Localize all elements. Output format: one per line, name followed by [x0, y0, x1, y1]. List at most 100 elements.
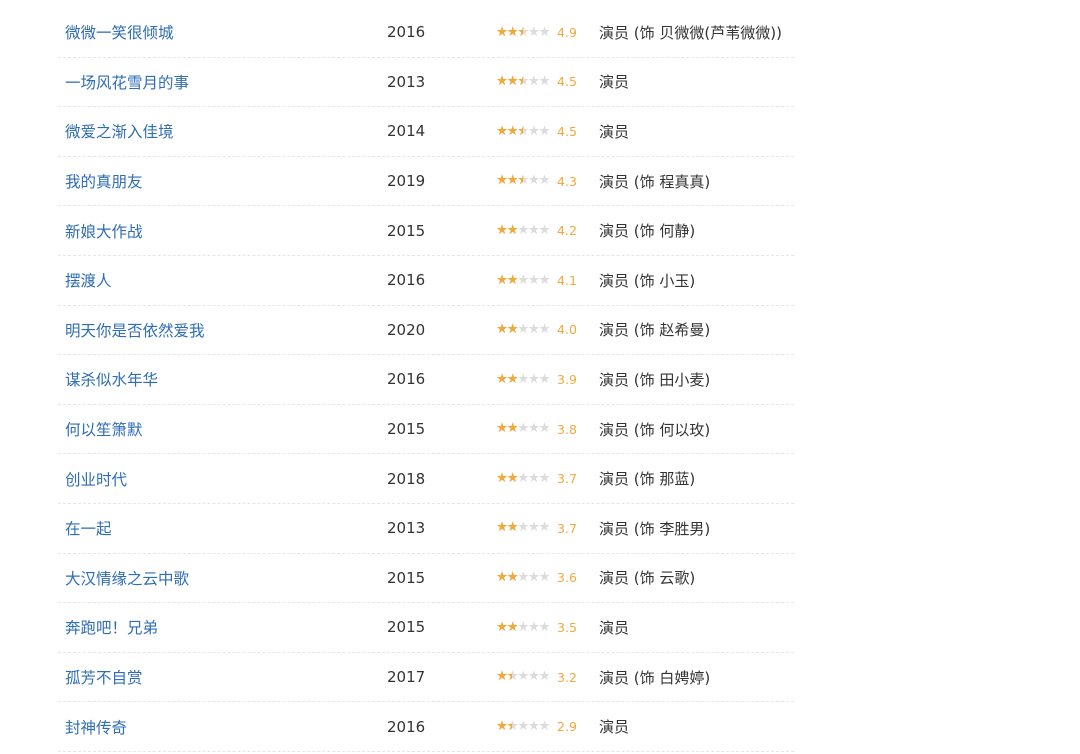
film-year: 2019 — [387, 172, 426, 191]
film-title-link[interactable]: 奔跑吧！兄弟 — [65, 616, 158, 638]
star-icon: ★★ — [506, 271, 519, 288]
title-cell: 创业时代 — [65, 454, 127, 503]
film-title-link[interactable]: 摆渡人 — [65, 269, 112, 291]
star-icon: ★ — [538, 122, 550, 139]
table-row: 我的真朋友2019★★★★★★★★4.3演员 (饰 程真真) — [58, 157, 794, 207]
star-icon: ★★ — [496, 569, 508, 586]
film-role: 演员 (饰 田小麦) — [599, 370, 711, 389]
table-row: 摆渡人 2016 ★ ★ ★ ★ ★ ★ ★ 4.1 演员 (饰 小玉) — [58, 256, 794, 306]
star-icon: ★★ — [506, 172, 519, 189]
star-icon: ★ — [517, 420, 529, 437]
film-role: 演员 (饰 贝微微(芦苇微微)) — [599, 23, 782, 42]
title-cell: 微爱之渐入佳境 — [65, 107, 174, 156]
film-year: 2016 — [387, 717, 426, 736]
title-cell: 大汉情缘之云中歌 — [65, 554, 189, 603]
star-icon: ★★ — [506, 23, 519, 40]
table-row: 封神传奇2016★★★★★★★2.9演员 — [58, 702, 794, 752]
film-title-link[interactable]: 何以笙箫默 — [65, 418, 143, 440]
film-title-link[interactable]: 微爱之渐入佳境 — [65, 120, 174, 142]
star-icon: ★ — [527, 73, 540, 90]
film-title-link[interactable]: 孤芳不自赏 — [65, 666, 143, 688]
star-icon: ★★ — [517, 23, 529, 40]
star-icon: ★★ — [496, 73, 508, 90]
star-icon: ★ — [517, 618, 529, 635]
title-cell: 微微一笑很倾城 — [65, 8, 174, 57]
film-rating: ★ ★ ★ ★ ★ ★ ★ 4.2 — [496, 206, 577, 255]
film-rating: ★ ★ ★ ★ ★ ★ ★ 3.5 — [496, 603, 577, 652]
star-rating: ★★★★★★★★ — [496, 23, 550, 40]
star-rating: ★★★★★★★ — [496, 420, 550, 437]
star-icon: ★ — [527, 569, 540, 586]
star-icon: ★★ — [506, 122, 519, 139]
film-role: 演员 — [599, 718, 630, 737]
star-icon: ★ — [527, 172, 540, 189]
star-icon: ★★ — [496, 23, 508, 40]
film-title-link[interactable]: 在一起 — [65, 517, 112, 539]
star-icon: ★ — [527, 122, 540, 139]
star-icon: ★ — [538, 23, 550, 40]
star-icon: ★ — [538, 469, 550, 486]
film-title-link[interactable]: 谋杀似水年华 — [65, 368, 158, 390]
table-row: 谋杀似水年华 2016 ★ ★ ★ ★ ★ ★ ★ 3.9 演员 (饰 田小麦) — [58, 355, 794, 405]
star-icon: ★★ — [496, 469, 508, 486]
title-cell: 在一起 — [65, 504, 112, 553]
film-title-link[interactable]: 创业时代 — [65, 468, 127, 490]
star-icon: ★ — [538, 717, 550, 734]
star-icon: ★ — [538, 321, 550, 338]
rating-score: 4.9 — [557, 24, 577, 40]
star-icon: ★ — [538, 618, 550, 635]
film-year: 2017 — [387, 668, 426, 687]
film-title-link[interactable]: 大汉情缘之云中歌 — [65, 567, 189, 589]
film-rating: ★ ★ ★ ★ ★ ★ ★ 3.9 — [496, 355, 577, 404]
film-role: 演员 (饰 赵希曼) — [599, 321, 711, 340]
star-icon: ★ — [527, 370, 540, 387]
film-title-link[interactable]: 我的真朋友 — [65, 170, 143, 192]
star-icon: ★ — [527, 519, 540, 536]
title-cell: 何以笙箫默 — [65, 405, 143, 454]
film-year: 2013 — [387, 72, 426, 91]
star-rating: ★★★★★★★ — [496, 569, 550, 586]
film-role: 演员 (饰 何静) — [599, 222, 696, 241]
star-rating: ★★★★★★★ — [496, 370, 550, 387]
rating-score: 4.5 — [557, 123, 577, 139]
star-icon: ★★ — [517, 122, 529, 139]
film-year: 2014 — [387, 122, 426, 141]
star-icon: ★ — [517, 668, 529, 685]
title-cell: 一场风花雪月的事 — [65, 58, 189, 107]
star-icon: ★★ — [517, 172, 529, 189]
rating-score: 4.3 — [557, 173, 577, 189]
rating-score: 4.0 — [557, 322, 577, 338]
film-title-link[interactable]: 封神传奇 — [65, 716, 127, 738]
film-title-link[interactable]: 明天你是否依然爱我 — [65, 319, 205, 341]
star-icon: ★★ — [496, 271, 508, 288]
star-rating: ★★★★★★★ — [496, 668, 550, 685]
film-title-link[interactable]: 微微一笑很倾城 — [65, 21, 174, 43]
film-year: 2016 — [387, 271, 426, 290]
film-role: 演员 (饰 李胜男) — [599, 519, 711, 538]
film-role: 演员 (饰 何以玫) — [599, 420, 711, 439]
star-icon: ★ — [538, 271, 550, 288]
film-year: 2016 — [387, 23, 426, 42]
star-icon: ★★ — [496, 122, 508, 139]
star-icon: ★ — [517, 321, 529, 338]
rating-score: 2.9 — [557, 719, 577, 735]
star-rating: ★★★★★★★★ — [496, 122, 550, 139]
rating-score: 4.1 — [557, 272, 577, 288]
star-icon: ★★ — [506, 420, 519, 437]
star-icon: ★★ — [506, 73, 519, 90]
table-row: 微爱之渐入佳境2014★★★★★★★★4.5演员 — [58, 107, 794, 157]
star-icon: ★★ — [496, 321, 508, 338]
star-rating: ★★★★★★★ — [496, 271, 550, 288]
film-role: 演员 (饰 小玉) — [599, 271, 696, 290]
title-cell: 新娘大作战 — [65, 206, 143, 255]
film-title-link[interactable]: 一场风花雪月的事 — [65, 71, 189, 93]
film-rating: ★ ★ ★ ★ ★ ★ ★ 3.8 — [496, 405, 577, 454]
film-rating: ★ ★ ★ ★ ★ ★ ★ 3.7 — [496, 504, 577, 553]
film-title-link[interactable]: 新娘大作战 — [65, 220, 143, 242]
title-cell: 奔跑吧！兄弟 — [65, 603, 158, 652]
film-year: 2015 — [387, 221, 426, 240]
film-role: 演员 (饰 云歌) — [599, 569, 696, 588]
star-icon: ★ — [527, 271, 540, 288]
star-icon: ★ — [517, 370, 529, 387]
film-rating: ★ ★ ★ ★ ★ ★ ★ 4.1 — [496, 256, 577, 305]
